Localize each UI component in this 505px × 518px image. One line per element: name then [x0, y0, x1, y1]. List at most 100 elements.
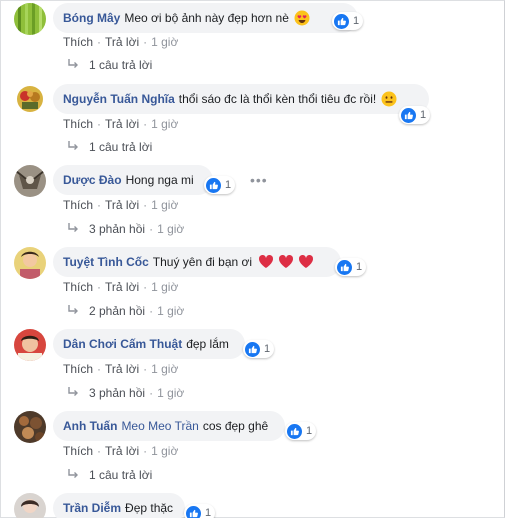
reply-count[interactable]: 1 câu trả lời	[89, 58, 152, 72]
like-count: 1	[356, 261, 363, 273]
avatar[interactable]	[14, 493, 46, 518]
comment-timestamp[interactable]: 1 giờ	[151, 198, 178, 212]
like-count: 1	[353, 15, 360, 27]
comments-panel: Bóng Mây Meo ơi bộ ảnh này đẹp hơn nè 1 …	[0, 0, 505, 518]
comment-actions: Thích · Trả lời · 1 giờ	[63, 117, 179, 131]
comment-text: thổi sáo đc là thổi kèn thổi tiêu đc rồi…	[178, 92, 377, 106]
comment-actions: Thích · Trả lời · 1 giờ	[63, 444, 179, 458]
comment-timestamp[interactable]: 1 giờ	[151, 35, 178, 49]
like-link[interactable]: Thích	[63, 362, 93, 376]
comment-timestamp[interactable]: 1 giờ	[151, 280, 178, 294]
avatar[interactable]	[14, 329, 46, 361]
reply-timestamp[interactable]: 1 giờ	[157, 304, 184, 318]
heart-icon	[298, 254, 314, 270]
comment-timestamp[interactable]: 1 giờ	[151, 362, 178, 376]
thumbs-up-icon	[186, 505, 201, 518]
reply-count[interactable]: 1 câu trả lời	[89, 140, 152, 154]
view-replies-link[interactable]: 3 phản hồi · 1 giờ	[67, 386, 184, 400]
comment-bubble: Anh Tuấn Meo Meo Trần cos đẹp ghê	[53, 411, 285, 441]
reply-link[interactable]: Trả lời	[105, 362, 139, 376]
reply-arrow-icon	[67, 468, 79, 482]
avatar[interactable]	[14, 411, 46, 443]
comment-actions: Thích · Trả lời · 1 giờ	[63, 198, 179, 212]
avatar[interactable]	[14, 247, 46, 279]
comment-author[interactable]: Bóng Mây	[63, 11, 120, 25]
heart-icon	[278, 254, 294, 270]
like-count-badge[interactable]: 1	[335, 258, 367, 276]
avatar[interactable]	[14, 3, 46, 35]
like-count-badge[interactable]: 1	[243, 340, 275, 358]
view-replies-link[interactable]: 1 câu trả lời	[67, 140, 152, 154]
comment-author[interactable]: Nguyễn Tuấn Nghĩa	[63, 92, 175, 106]
like-count: 1	[225, 179, 232, 191]
like-count: 1	[264, 343, 271, 355]
reply-link[interactable]: Trả lời	[105, 280, 139, 294]
heart-eyes-emoji-icon	[294, 10, 310, 26]
avatar[interactable]	[14, 83, 46, 115]
reply-count[interactable]: 2 phản hồi	[89, 304, 145, 318]
reply-arrow-icon	[67, 222, 79, 236]
comment-timestamp[interactable]: 1 giờ	[151, 444, 178, 458]
comment-actions: Thích · Trả lời · 1 giờ	[63, 35, 179, 49]
thumbs-up-icon	[206, 177, 221, 193]
view-replies-link[interactable]: 2 phản hồi · 1 giờ	[67, 304, 184, 318]
comment-bubble: Bóng Mây Meo ơi bộ ảnh này đẹp hơn nè	[53, 3, 358, 33]
reply-count[interactable]: 3 phản hồi	[89, 222, 145, 236]
like-count-badge[interactable]: 1	[285, 422, 317, 440]
view-replies-link[interactable]: 1 câu trả lời	[67, 468, 152, 482]
comment-text: đẹp lắm	[186, 337, 229, 351]
thumbs-up-icon	[337, 259, 352, 275]
reply-arrow-icon	[67, 58, 79, 72]
thumbs-up-icon	[245, 341, 260, 357]
reply-link[interactable]: Trả lời	[105, 35, 139, 49]
like-count: 1	[306, 425, 313, 437]
like-link[interactable]: Thích	[63, 198, 93, 212]
reply-arrow-icon	[67, 140, 79, 154]
like-count-badge[interactable]: 1	[332, 12, 364, 30]
thumbs-up-icon	[401, 107, 416, 123]
reply-link[interactable]: Trả lời	[105, 444, 139, 458]
like-count-badge[interactable]: 1	[204, 176, 236, 194]
reply-timestamp[interactable]: 1 giờ	[157, 222, 184, 236]
heart-icon	[258, 254, 274, 270]
comment-text: Meo ơi bộ ảnh này đẹp hơn nè	[124, 11, 289, 25]
reply-link[interactable]: Trả lời	[105, 198, 139, 212]
comment-actions: Thích · Trả lời · 1 giờ	[63, 362, 179, 376]
comment-actions: Thích · Trả lời · 1 giờ	[63, 280, 179, 294]
like-count-badge[interactable]: 1	[399, 106, 431, 124]
comment-text: Hong nga mi	[125, 173, 194, 187]
comment-text: Thuý yên đi bạn ơi	[152, 255, 253, 269]
mention-link[interactable]: Meo Meo Trần	[121, 419, 198, 433]
comment-author[interactable]: Trần Diễm	[63, 501, 121, 515]
more-options-icon[interactable]: •••	[250, 172, 268, 188]
neutral-face-emoji-icon	[381, 91, 397, 107]
comment-bubble: Nguyễn Tuấn Nghĩa thổi sáo đc là thổi kè…	[53, 84, 429, 114]
view-replies-link[interactable]: 3 phản hồi · 1 giờ	[67, 222, 184, 236]
comment-author[interactable]: Dược Đào	[63, 173, 122, 187]
reply-link[interactable]: Trả lời	[105, 117, 139, 131]
reply-arrow-icon	[67, 304, 79, 318]
comment-author[interactable]: Dân Chơi Cấm Thuật	[63, 337, 182, 351]
comment-bubble: Dân Chơi Cấm Thuật đẹp lắm	[53, 329, 245, 359]
like-link[interactable]: Thích	[63, 280, 93, 294]
thumbs-up-icon	[287, 423, 302, 439]
comment-author[interactable]: Anh Tuấn	[63, 419, 117, 433]
like-link[interactable]: Thích	[63, 35, 93, 49]
comment-timestamp[interactable]: 1 giờ	[151, 117, 178, 131]
thumbs-up-icon	[334, 13, 349, 29]
view-replies-link[interactable]: 1 câu trả lời	[67, 58, 152, 72]
comment-bubble: Trần Diễm Đẹp thặc	[53, 493, 185, 518]
like-count: 1	[205, 507, 212, 518]
like-link[interactable]: Thích	[63, 444, 93, 458]
comment-author[interactable]: Tuyệt Tình Cốc	[63, 255, 149, 269]
comment-text: cos đẹp ghê	[202, 419, 269, 433]
like-link[interactable]: Thích	[63, 117, 93, 131]
comment-bubble: Tuyệt Tình Cốc Thuý yên đi bạn ơi	[53, 247, 341, 277]
reply-arrow-icon	[67, 386, 79, 400]
reply-timestamp[interactable]: 1 giờ	[157, 386, 184, 400]
like-count: 1	[420, 109, 427, 121]
reply-count[interactable]: 3 phản hồi	[89, 386, 145, 400]
like-count-badge[interactable]: 1	[184, 504, 216, 518]
reply-count[interactable]: 1 câu trả lời	[89, 468, 152, 482]
avatar[interactable]	[14, 165, 46, 197]
